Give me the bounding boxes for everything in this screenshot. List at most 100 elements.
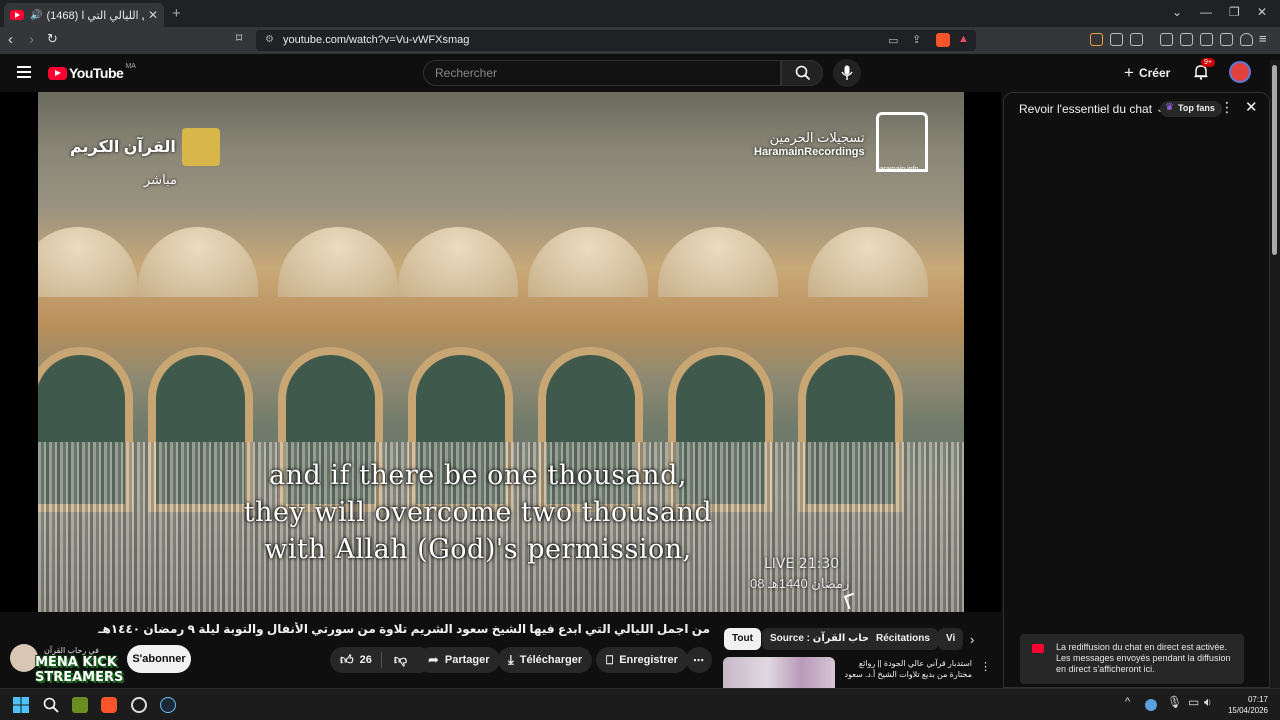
- share-label: Partager: [444, 654, 490, 666]
- saudi-emblem-icon: [181, 128, 220, 166]
- new-tab-icon[interactable]: +: [172, 5, 181, 22]
- address-bar[interactable]: ⚙ youtube.com/watch?v=Vu-vWFXsmag ▭ ⇪ ▲: [256, 30, 976, 51]
- restore-icon[interactable]: ❐: [1229, 5, 1240, 19]
- tray-mic-icon[interactable]: 🎙︎: [1167, 695, 1182, 709]
- save-button[interactable]: ⎕ Enregistrer: [596, 647, 688, 673]
- taskbar-search-icon[interactable]: [43, 697, 59, 713]
- forward-icon[interactable]: ›: [29, 31, 34, 48]
- channel-name[interactable]: في رحاب القرآن: [44, 646, 99, 655]
- brave-rewards-icon[interactable]: ▲: [958, 33, 969, 45]
- youtube-play-icon: [48, 66, 67, 80]
- widgets-icon[interactable]: [72, 697, 88, 713]
- video-scene: [398, 227, 518, 297]
- tab-list-chevron-icon[interactable]: ⌄: [1172, 5, 1182, 19]
- brave-browser-icon[interactable]: [101, 697, 117, 713]
- youtube-header: YouTube MA Rechercher + Créer 9+: [0, 54, 1280, 92]
- video-subtitles: and if there be one thousand, they will …: [138, 457, 818, 568]
- crypto-wallet-icon[interactable]: [1200, 33, 1213, 46]
- sidebar-icon[interactable]: [1180, 33, 1193, 46]
- browser-tab-strip: 🔊 (1468) من اجمل الليالي التي ا... ✕ + ⌄…: [0, 0, 1280, 27]
- leo-ai-icon[interactable]: [1220, 33, 1233, 46]
- back-icon[interactable]: ‹: [8, 31, 13, 48]
- related-video-title[interactable]: استدبار قرآني عالي الجودة || روائع مختار…: [840, 658, 972, 682]
- clock-time: 07:17: [1247, 695, 1268, 704]
- brave-shields-icon[interactable]: [936, 33, 950, 47]
- taskbar-clock[interactable]: 07:17 15/04/2026: [1224, 694, 1268, 716]
- video-scene: [278, 227, 398, 297]
- youtube-logo[interactable]: YouTube MA: [48, 63, 136, 81]
- clock-date: 15/04/2026: [1227, 706, 1268, 715]
- voice-search-button[interactable]: [833, 59, 861, 87]
- like-count: 26: [359, 654, 372, 666]
- tray-volume-icon[interactable]: 🔉︎: [1204, 695, 1212, 710]
- account-avatar[interactable]: [1229, 61, 1251, 83]
- channel-avatar[interactable]: [10, 644, 38, 672]
- speaker-icon[interactable]: 🔊: [30, 10, 42, 21]
- chip-more[interactable]: Vi: [938, 628, 964, 650]
- video-title: من اجمل الليالي التي ابدع فيها الشيخ سعو…: [98, 622, 710, 636]
- logo-text: YouTube: [69, 65, 124, 81]
- subtitle-line: and if there be one thousand,: [269, 460, 687, 491]
- like-button[interactable]: 👍︎ 26: [340, 652, 372, 668]
- chat-mode-dropdown[interactable]: Revoir l'essentiel du chat ⌄: [1019, 102, 1164, 116]
- vpn-shield-icon[interactable]: [1240, 33, 1253, 46]
- chat-replay-notice: La rediffusion du chat en direct est act…: [1020, 634, 1244, 684]
- wallet-icon[interactable]: [1130, 33, 1143, 46]
- live-time-label: LIVE 21:30: [764, 556, 840, 572]
- tray-cloud-icon[interactable]: [1145, 699, 1157, 711]
- video-scene: [808, 227, 928, 297]
- url-text[interactable]: youtube.com/watch?v=Vu-vWFXsmag: [283, 34, 469, 46]
- create-button[interactable]: + Créer: [1124, 60, 1170, 85]
- browser-menu-icon[interactable]: ≡: [1259, 31, 1267, 46]
- site-info-icon[interactable]: ⚙: [265, 34, 274, 45]
- tab-title: (1468) من اجمل الليالي التي ا...: [46, 9, 143, 22]
- download-icon: ⤓: [508, 652, 514, 667]
- overlay-line: MENA KICK: [35, 655, 117, 670]
- music-icon[interactable]: [1160, 33, 1173, 46]
- video-scene: [38, 227, 138, 297]
- windows-start-icon[interactable]: [13, 697, 29, 713]
- kaaba-logo-icon: [876, 112, 928, 172]
- close-tab-icon[interactable]: ✕: [148, 8, 158, 22]
- obs-icon[interactable]: [131, 697, 147, 713]
- related-video-thumbnail[interactable]: [723, 657, 835, 688]
- share-icon[interactable]: ⇪: [912, 33, 921, 46]
- more-options-icon[interactable]: ⋮: [980, 660, 991, 673]
- steam-icon[interactable]: [160, 697, 176, 713]
- video-frame[interactable]: القرآن الكريم مباشر تسجيلات الحرمين Hara…: [38, 92, 964, 612]
- close-window-icon[interactable]: ✕: [1257, 5, 1267, 19]
- puzzle-icon[interactable]: [1110, 33, 1123, 46]
- menu-icon[interactable]: [17, 66, 31, 78]
- youtube-icon: [1032, 644, 1044, 653]
- more-options-icon[interactable]: ⋮: [1220, 99, 1234, 116]
- extension-icon[interactable]: [1090, 33, 1103, 46]
- page-scrollbar[interactable]: [1270, 60, 1280, 688]
- browser-tab[interactable]: 🔊 (1468) من اجمل الليالي التي ا... ✕: [4, 3, 164, 27]
- tray-network-icon[interactable]: ▭: [1188, 695, 1199, 709]
- chip-all[interactable]: Tout: [724, 628, 761, 650]
- tray-chevron-up-icon[interactable]: ^: [1125, 696, 1130, 708]
- top-fans-button[interactable]: Top fans: [1160, 101, 1222, 117]
- related-filter-chips: Tout Source : في رحاب القرآن Récitations…: [722, 628, 992, 650]
- share-button[interactable]: ➦ Partager: [418, 647, 500, 673]
- more-actions-button[interactable]: ⋯: [686, 647, 712, 673]
- cast-icon[interactable]: ▭: [888, 34, 898, 47]
- more-horizontal-icon: ⋯: [693, 654, 704, 667]
- scrollbar-thumb[interactable]: [1272, 65, 1277, 255]
- video-scene: [658, 227, 778, 297]
- chip-recitations[interactable]: Récitations: [868, 628, 938, 650]
- search-button[interactable]: [781, 60, 823, 86]
- search-input[interactable]: Rechercher: [423, 60, 781, 86]
- thumbs-down-icon[interactable]: 👎︎: [394, 652, 407, 668]
- bookmark-icon[interactable]: ⌑: [236, 31, 242, 45]
- subscribe-button[interactable]: S'abonner: [127, 645, 191, 673]
- chevron-right-icon[interactable]: ›: [970, 632, 974, 647]
- video-player[interactable]: القرآن الكريم مباشر تسجيلات الحرمين Hara…: [0, 92, 1001, 612]
- download-button[interactable]: ⤓ Télécharger: [498, 647, 593, 673]
- live-date-label: 08 رمضان 1440هـ: [750, 576, 850, 591]
- close-chat-icon[interactable]: ✕: [1245, 98, 1258, 116]
- live-chat-panel: Revoir l'essentiel du chat ⌄ Top fans ⋮ …: [1003, 92, 1270, 688]
- like-divider: [381, 652, 382, 668]
- minimize-icon[interactable]: —: [1200, 5, 1212, 19]
- reload-icon[interactable]: ↻: [47, 31, 58, 47]
